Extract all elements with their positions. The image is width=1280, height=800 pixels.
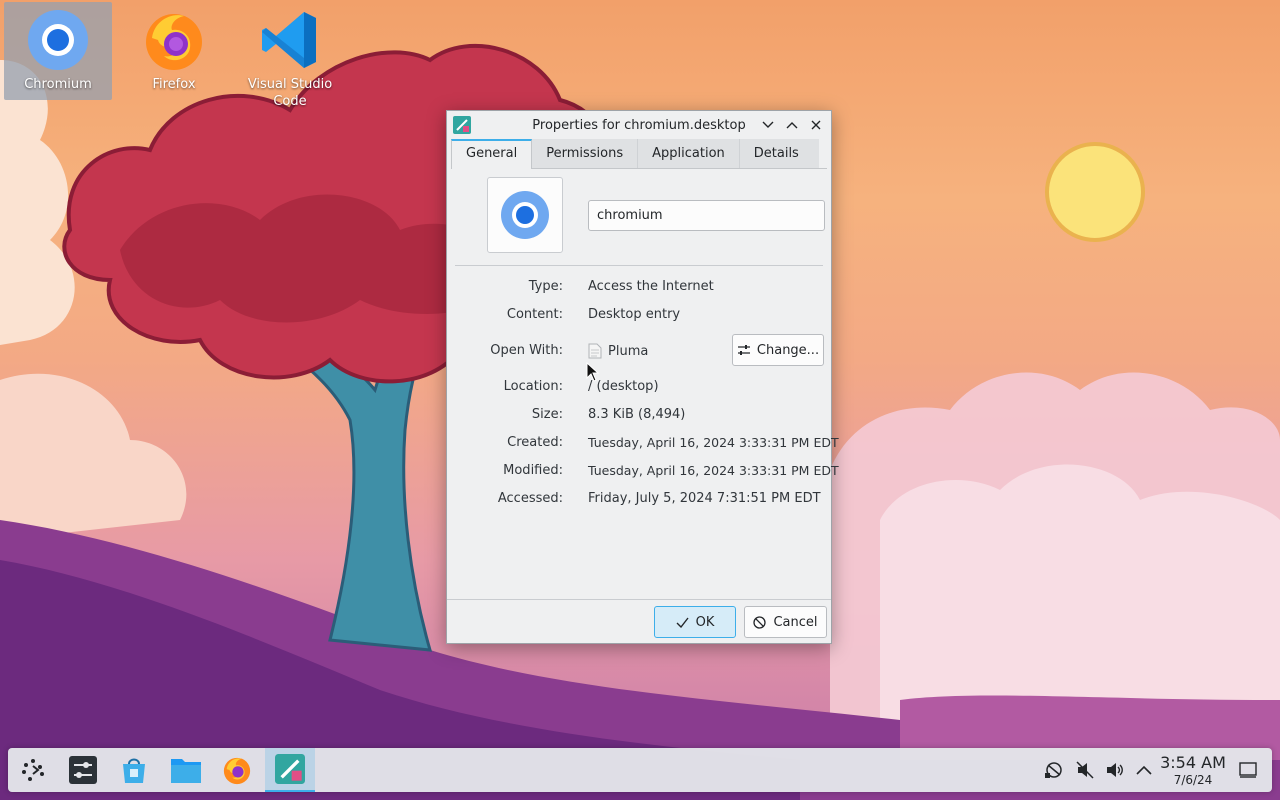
settings-sliders-icon	[737, 345, 750, 355]
show-desktop-icon	[1239, 762, 1257, 778]
system-settings-icon	[69, 756, 97, 784]
dialog-tabbar: General Permissions Application Details	[451, 139, 827, 169]
properties-dialog-icon	[275, 754, 305, 784]
task-properties-dialog[interactable]	[265, 748, 315, 792]
firefox-icon	[223, 757, 251, 785]
tab-permissions[interactable]: Permissions	[532, 139, 639, 168]
vscode-icon	[262, 12, 316, 68]
cancel-button[interactable]: Cancel	[744, 606, 827, 638]
desktop-icon-chromium[interactable]: Chromium	[4, 2, 112, 100]
tray-mute[interactable]	[1071, 748, 1099, 792]
tab-application[interactable]: Application	[638, 139, 740, 168]
size-label: Size:	[531, 407, 563, 422]
taskbar-panel: 3:54 AM 7/6/24	[8, 748, 1272, 792]
desktop-icon-label: Firefox	[152, 77, 196, 92]
properties-dialog: Properties for chromium.desktop General …	[446, 110, 839, 644]
application-launcher[interactable]	[8, 748, 58, 792]
separator	[455, 265, 823, 266]
open-with-value: Pluma	[588, 343, 648, 359]
digital-clock[interactable]: 3:54 AM 7/6/24	[1158, 753, 1228, 787]
properties-app-icon	[453, 116, 471, 134]
clock-time: 3:54 AM	[1160, 753, 1226, 772]
expand-tray-icon	[1136, 765, 1152, 775]
volume-icon	[1107, 763, 1123, 777]
type-label: Type:	[528, 279, 563, 294]
text-editor-icon	[588, 343, 602, 359]
change-button[interactable]: Change...	[732, 334, 824, 366]
application-launcher-icon	[22, 759, 44, 781]
tray-volume[interactable]	[1101, 748, 1129, 792]
task-file-manager[interactable]	[161, 748, 211, 792]
mouse-cursor-icon	[586, 362, 600, 382]
desktop-icon-label: Chromium	[24, 77, 92, 92]
file-manager-icon	[171, 759, 201, 783]
close-icon	[811, 120, 821, 130]
file-icon-button[interactable]	[487, 177, 563, 253]
checkmark-icon	[676, 617, 689, 628]
content-value: Desktop entry	[588, 307, 681, 322]
close-button[interactable]	[807, 116, 825, 134]
ok-button[interactable]: OK	[654, 606, 736, 638]
tray-expand[interactable]	[1130, 748, 1158, 792]
discover-icon	[123, 758, 145, 783]
chevron-up-icon	[786, 122, 798, 129]
change-button-label: Change...	[756, 342, 820, 358]
created-label: Created:	[507, 435, 563, 450]
desktop-icon-firefox[interactable]: Firefox	[120, 2, 228, 100]
chevron-down-icon	[762, 121, 774, 128]
open-with-label: Open With:	[490, 343, 563, 358]
firefox-icon	[146, 14, 202, 70]
chromium-icon	[28, 10, 88, 70]
show-desktop-button[interactable]	[1234, 748, 1262, 792]
task-discover[interactable]	[109, 748, 159, 792]
task-system-settings[interactable]	[58, 748, 108, 792]
ok-button-label: OK	[695, 614, 715, 630]
network-icon	[1045, 762, 1062, 778]
content-label: Content:	[506, 307, 563, 322]
cancel-icon	[753, 615, 767, 629]
size-value: 8.3 KiB (8,494)	[588, 407, 686, 422]
type-value: Access the Internet	[588, 279, 714, 294]
desktop-icon-label: Visual Studio Code	[247, 77, 333, 109]
clock-date: 7/6/24	[1173, 773, 1213, 787]
tab-general[interactable]: General	[451, 139, 533, 169]
dialog-titlebar[interactable]: Properties for chromium.desktop	[447, 111, 831, 139]
minimize-button[interactable]	[759, 116, 777, 134]
dialog-button-box: OK Cancel	[447, 599, 831, 643]
mute-icon	[1076, 761, 1094, 779]
created-value: Tuesday, April 16, 2024 3:33:31 PM EDT	[588, 435, 839, 450]
accessed-label: Accessed:	[497, 491, 563, 506]
accessed-value: Friday, July 5, 2024 7:31:51 PM EDT	[588, 491, 821, 506]
tab-details[interactable]: Details	[739, 139, 819, 168]
cancel-button-label: Cancel	[773, 614, 818, 630]
name-input[interactable]	[588, 200, 825, 231]
modified-label: Modified:	[503, 463, 563, 478]
task-firefox[interactable]	[212, 748, 262, 792]
maximize-button[interactable]	[783, 116, 801, 134]
chromium-icon	[501, 191, 549, 239]
desktop-icon-vscode[interactable]: Visual Studio Code	[236, 2, 344, 109]
modified-value: Tuesday, April 16, 2024 3:33:31 PM EDT	[588, 463, 839, 478]
location-label: Location:	[503, 379, 563, 394]
tray-network[interactable]	[1040, 748, 1068, 792]
open-with-app-name: Pluma	[608, 343, 649, 359]
